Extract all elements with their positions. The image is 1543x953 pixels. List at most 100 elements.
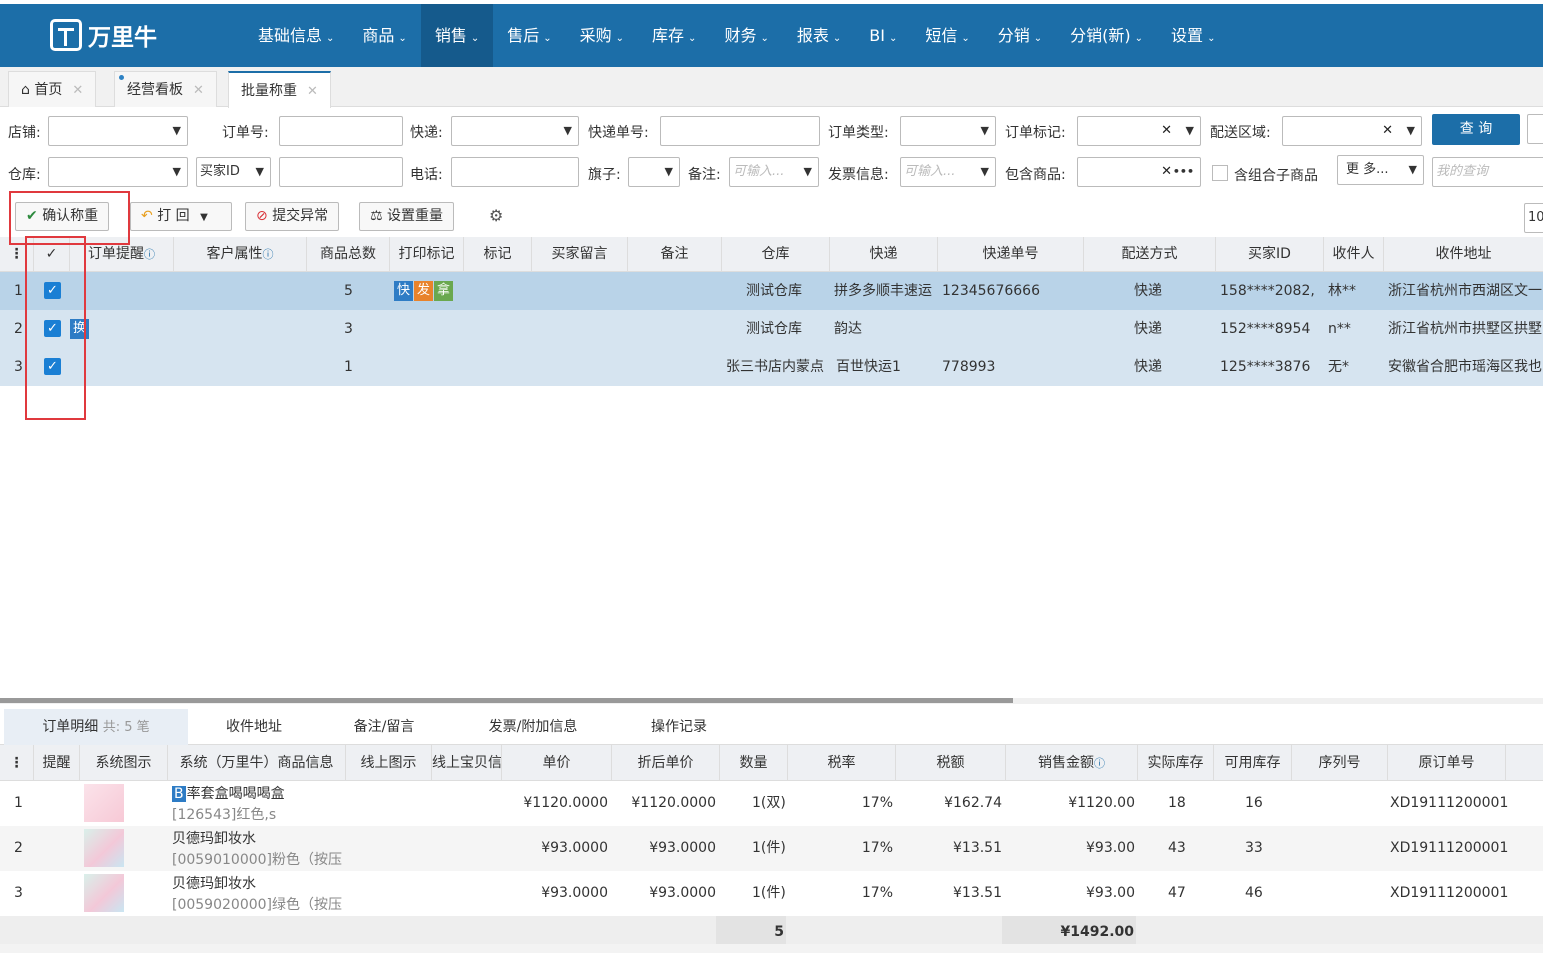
nav-item-aftersale[interactable]: 售后 ⌄: [493, 4, 565, 67]
col-express[interactable]: 快递: [830, 237, 938, 272]
detail-row[interactable]: 3 贝德玛卸妆水 [0059020000]绿色（按压 ¥93.0000 ¥93.…: [0, 871, 1543, 916]
nav-item-distribution[interactable]: 分销 ⌄: [984, 4, 1056, 67]
app-logo[interactable]: 万里牛: [50, 18, 157, 52]
nav-item-distribution-new[interactable]: 分销(新) ⌄: [1056, 4, 1157, 67]
col-customer-attr[interactable]: 客户属性ⓘ: [174, 237, 307, 272]
col-stock[interactable]: 实际库存: [1138, 745, 1214, 781]
nav-item-stock[interactable]: 库存 ⌄: [638, 4, 710, 67]
nav-item-sales[interactable]: 销售 ⌄: [420, 4, 494, 67]
col-tracking[interactable]: 快递单号: [938, 237, 1084, 272]
clear-icon[interactable]: ✕: [1382, 117, 1393, 145]
table-row[interactable]: 2 ✓ 换 3 测试仓库 韵达 快递 152****8954 n** 浙江省杭州…: [0, 310, 1543, 348]
col-receiver[interactable]: 收件人: [1324, 237, 1384, 272]
col-sys-img[interactable]: 系统图示: [80, 745, 168, 781]
gear-icon[interactable]: ⚙: [489, 206, 503, 225]
close-icon[interactable]: ✕: [307, 84, 318, 99]
col-online-item[interactable]: 线上宝贝信息: [432, 745, 502, 781]
col-remark[interactable]: 备注: [628, 237, 722, 272]
region-select[interactable]: ✕ ▼: [1282, 116, 1422, 146]
col-warehouse[interactable]: 仓库: [722, 237, 830, 272]
tab-order-detail[interactable]: 订单明细 共: 5 笔: [4, 709, 188, 745]
col-qty[interactable]: 数量: [720, 745, 788, 781]
col-total[interactable]: 商品总数: [307, 237, 390, 272]
info-icon: ⓘ: [144, 248, 155, 261]
shop-select[interactable]: ▼: [48, 116, 188, 146]
warehouse-select[interactable]: ▼: [48, 157, 188, 187]
search-button[interactable]: 查 询: [1432, 114, 1520, 145]
table-row[interactable]: 3 ✓ 1 张三书店内蒙点 百世快运1 778993 快递 125****387…: [0, 348, 1543, 386]
col-disc-price[interactable]: 折后单价: [612, 745, 720, 781]
product-thumbnail[interactable]: [84, 784, 124, 822]
close-icon[interactable]: ✕: [193, 83, 204, 98]
tab-dashboard[interactable]: 经营看板 ✕: [114, 71, 217, 107]
nav-item-settings[interactable]: 设置 ⌄: [1157, 4, 1229, 67]
product-thumbnail[interactable]: [84, 829, 124, 867]
col-tax-rate[interactable]: 税率: [788, 745, 896, 781]
contains-goods-input[interactable]: ✕ •••: [1077, 157, 1201, 187]
close-icon[interactable]: ✕: [72, 83, 83, 98]
tab-batch-weigh[interactable]: 批量称重 ✕: [228, 71, 331, 108]
order-no-input[interactable]: [279, 116, 403, 146]
product-thumbnail[interactable]: [84, 874, 124, 912]
col-tax[interactable]: 税额: [896, 745, 1006, 781]
col-orig-order[interactable]: 原订单号: [1388, 745, 1506, 781]
nav-item-finance[interactable]: 财务 ⌄: [710, 4, 782, 67]
col-mark[interactable]: 标记: [464, 237, 532, 272]
ship-cell: 快递: [1134, 359, 1162, 375]
col-address[interactable]: 收件地址: [1384, 237, 1543, 272]
nav-item-purchase[interactable]: 采购 ⌄: [566, 4, 638, 67]
col-avail[interactable]: 可用库存: [1214, 745, 1292, 781]
nav-item-basic[interactable]: 基础信息 ⌄: [244, 4, 348, 67]
buyer-id-type-select[interactable]: 买家ID ▼: [196, 157, 271, 187]
nav-item-report[interactable]: 报表 ⌄: [783, 4, 855, 67]
remark-select[interactable]: 可输入... ▼: [729, 157, 819, 187]
submit-exception-button[interactable]: ⊘ 提交异常: [245, 202, 340, 231]
column-menu-icon[interactable]: ⋮: [0, 745, 34, 781]
col-serial[interactable]: 序列号: [1292, 745, 1388, 781]
col-buyer-msg[interactable]: 买家留言: [532, 237, 628, 272]
clear-icon[interactable]: ✕: [1161, 117, 1172, 145]
combo-checkbox[interactable]: [1212, 165, 1228, 181]
tracking-no-input[interactable]: [660, 116, 820, 146]
nav-item-bi[interactable]: BI ⌄: [855, 4, 911, 67]
col-print-mark[interactable]: 打印标记: [390, 237, 464, 272]
buyer-id-input[interactable]: [279, 157, 403, 187]
order-mark-select[interactable]: ✕ ▼: [1077, 116, 1201, 146]
nav-item-sms[interactable]: 短信 ⌄: [911, 4, 983, 67]
detail-row[interactable]: 1 B 率套盒喝喝喝盒 [126543]红色,s ¥1120.0000 ¥1120…: [0, 781, 1543, 826]
invoice-select[interactable]: 可输入... ▼: [900, 157, 996, 187]
col-sys-info[interactable]: 系统（万里牛）商品信息: [168, 745, 346, 781]
scrollbar-thumb[interactable]: [0, 698, 1013, 703]
print-return-button[interactable]: ↶ 打 回 ▼: [130, 202, 232, 231]
my-query-input[interactable]: 我的查询: [1432, 157, 1543, 187]
clear-icon[interactable]: ✕: [1161, 158, 1172, 186]
flag-select[interactable]: ▼: [628, 157, 680, 187]
tab-log[interactable]: 操作记录: [614, 709, 744, 745]
detail-row[interactable]: 2 贝德玛卸妆水 [0059010000]粉色（按压 ¥93.0000 ¥93.…: [0, 826, 1543, 871]
reset-button[interactable]: [1527, 114, 1543, 144]
order-mark-label: 订单标记:: [1005, 125, 1066, 141]
col-ship-method[interactable]: 配送方式: [1084, 237, 1216, 272]
table-row[interactable]: 1 ✓ 5 快发拿 测试仓库 拼多多顺丰速运 12345676666 快递 15…: [0, 272, 1543, 310]
express-select[interactable]: ▼: [451, 116, 579, 146]
page-size-select[interactable]: 10: [1524, 203, 1543, 233]
col-online-img[interactable]: 线上图示: [346, 745, 432, 781]
more-icon[interactable]: •••: [1173, 158, 1194, 186]
col-amount[interactable]: 销售金额ⓘ: [1006, 745, 1138, 781]
tab-address[interactable]: 收件地址: [190, 709, 318, 745]
tab-invoice[interactable]: 发票/附加信息: [466, 709, 600, 745]
chevron-down-icon: ▼: [563, 124, 572, 137]
nav-item-goods[interactable]: 商品 ⌄: [348, 4, 420, 67]
col-remind[interactable]: 提醒: [34, 745, 80, 781]
phone-input[interactable]: [451, 157, 579, 187]
tab-home[interactable]: ⌂ 首页 ✕: [8, 71, 97, 107]
more-filters-select[interactable]: 更 多... ▼: [1337, 155, 1424, 185]
col-buyer-id[interactable]: 买家ID: [1216, 237, 1324, 272]
set-weight-button[interactable]: ⚖ 设置重量: [359, 202, 455, 231]
bottom-scrollbar[interactable]: [0, 944, 1543, 953]
horizontal-scrollbar[interactable]: [0, 698, 1543, 704]
order-type-select[interactable]: ▼: [900, 116, 996, 146]
col-price[interactable]: 单价: [502, 745, 612, 781]
scale-icon: ⚖: [370, 208, 383, 224]
tab-remark[interactable]: 备注/留言: [320, 709, 448, 745]
